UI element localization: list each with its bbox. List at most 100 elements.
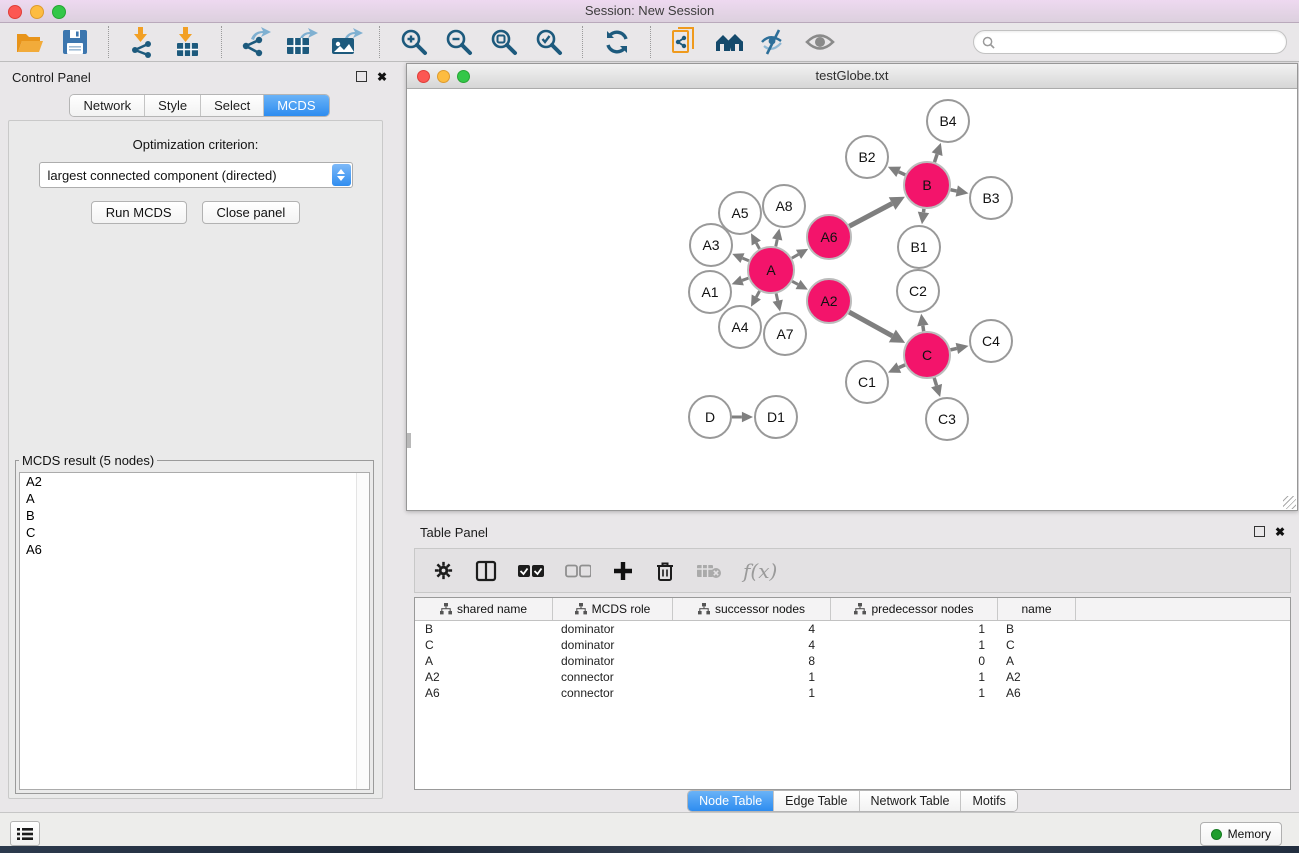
first-neighbors-icon[interactable] bbox=[712, 25, 748, 59]
column-header-shared-name[interactable]: shared name bbox=[415, 598, 553, 620]
window-resize-grip[interactable] bbox=[1283, 496, 1296, 509]
table-tabs: Node TableEdge TableNetwork TableMotifs bbox=[688, 791, 1017, 811]
close-panel-icon[interactable]: ✖ bbox=[377, 72, 387, 82]
table-cell: B bbox=[415, 622, 553, 636]
result-item[interactable]: C bbox=[20, 524, 369, 541]
edge-A-A8[interactable] bbox=[776, 239, 777, 246]
table-cell: A6 bbox=[415, 686, 553, 700]
zoom-out-icon[interactable] bbox=[441, 25, 477, 59]
edge-A-A3[interactable] bbox=[742, 258, 748, 261]
table-row[interactable]: Cdominator41C bbox=[415, 637, 1290, 653]
tab-select[interactable]: Select bbox=[200, 95, 263, 116]
function-builder-icon[interactable]: f(x) bbox=[743, 559, 777, 583]
table-row[interactable]: Bdominator41B bbox=[415, 621, 1290, 637]
optimization-criterion-select[interactable]: largest connected component (directed) bbox=[39, 162, 353, 188]
deselect-all-icon[interactable] bbox=[565, 564, 591, 578]
delete-table-icon[interactable] bbox=[696, 562, 722, 580]
close-table-panel-icon[interactable]: ✖ bbox=[1275, 527, 1285, 537]
float-table-panel-icon[interactable] bbox=[1254, 526, 1265, 537]
edge-C-C2[interactable] bbox=[923, 326, 924, 332]
table-cell: A2 bbox=[998, 670, 1076, 684]
edge-B-B2[interactable] bbox=[899, 172, 906, 175]
table-row[interactable]: Adominator80A bbox=[415, 653, 1290, 669]
zoom-fit-icon[interactable] bbox=[486, 25, 522, 59]
close-panel-button[interactable]: Close panel bbox=[202, 201, 301, 224]
result-scrollbar[interactable] bbox=[356, 473, 369, 789]
edge-arrowhead bbox=[742, 412, 753, 423]
toolbar-separator bbox=[379, 26, 381, 58]
save-session-icon[interactable] bbox=[57, 25, 93, 59]
open-file-icon[interactable] bbox=[12, 25, 48, 59]
application-window: Session: New Session bbox=[0, 0, 1299, 853]
tab-node-table[interactable]: Node Table bbox=[688, 791, 773, 811]
column-header-predecessor-nodes[interactable]: predecessor nodes bbox=[831, 598, 998, 620]
result-item[interactable]: A2 bbox=[20, 473, 369, 490]
import-table-icon[interactable] bbox=[170, 25, 206, 59]
edge-A-A7[interactable] bbox=[776, 293, 778, 300]
table-cell: 8 bbox=[673, 654, 831, 668]
export-network-icon[interactable] bbox=[238, 25, 274, 59]
edge-A-A1[interactable] bbox=[742, 278, 748, 280]
tab-style[interactable]: Style bbox=[144, 95, 200, 116]
show-all-icon[interactable] bbox=[802, 25, 838, 59]
delete-column-icon[interactable] bbox=[655, 560, 675, 582]
new-network-from-selection-icon[interactable] bbox=[667, 25, 703, 59]
edge-A-A5[interactable] bbox=[756, 243, 759, 249]
edge-B-B4[interactable] bbox=[934, 154, 937, 162]
table-cell: 1 bbox=[831, 638, 998, 652]
network-canvas[interactable]: B4B2BB3A8A5A6A3B1AA1C2A2A4A7C4CC1C3DD1 bbox=[407, 89, 1297, 510]
column-header-MCDS-role[interactable]: MCDS role bbox=[553, 598, 673, 620]
node-table[interactable]: shared nameMCDS rolesuccessor nodesprede… bbox=[414, 597, 1291, 790]
refresh-icon[interactable] bbox=[599, 25, 635, 59]
edge-C-C1[interactable] bbox=[899, 365, 905, 368]
edge-arrowhead bbox=[956, 185, 969, 196]
toggle-panel-columns-icon[interactable] bbox=[475, 560, 497, 582]
edge-C-C4[interactable] bbox=[950, 348, 956, 349]
result-item[interactable]: A bbox=[20, 490, 369, 507]
edge-A2-C[interactable] bbox=[849, 312, 892, 336]
float-panel-icon[interactable] bbox=[356, 71, 367, 82]
column-header-name[interactable]: name bbox=[998, 598, 1076, 620]
edge-A-A2[interactable] bbox=[792, 281, 798, 284]
task-history-button[interactable] bbox=[10, 821, 40, 846]
edge-A-A6[interactable] bbox=[792, 254, 799, 258]
edge-B-B3[interactable] bbox=[951, 190, 957, 191]
tab-mcds[interactable]: MCDS bbox=[263, 95, 328, 116]
node-label-A5: A5 bbox=[731, 205, 748, 221]
export-table-icon[interactable] bbox=[283, 25, 319, 59]
hide-selection-icon[interactable] bbox=[757, 25, 793, 59]
tab-network[interactable]: Network bbox=[70, 95, 144, 116]
network-graph[interactable]: B4B2BB3A8A5A6A3B1AA1C2A2A4A7C4CC1C3DD1 bbox=[407, 89, 1297, 510]
memory-button[interactable]: Memory bbox=[1200, 822, 1282, 846]
import-network-icon[interactable] bbox=[125, 25, 161, 59]
zoom-in-icon[interactable] bbox=[396, 25, 432, 59]
export-image-icon[interactable] bbox=[328, 25, 364, 59]
search-field[interactable] bbox=[973, 30, 1287, 54]
search-input[interactable] bbox=[1000, 34, 1278, 50]
mcds-result-title: MCDS result (5 nodes) bbox=[19, 453, 157, 468]
network-window-titlebar[interactable]: testGlobe.txt bbox=[407, 64, 1297, 89]
select-all-check-icon[interactable] bbox=[518, 564, 544, 578]
node-label-A2: A2 bbox=[820, 293, 837, 309]
edge-A-A4[interactable] bbox=[756, 291, 759, 297]
table-header-row[interactable]: shared nameMCDS rolesuccessor nodesprede… bbox=[415, 598, 1290, 621]
mcds-result-list[interactable]: A2ABCA6 bbox=[19, 472, 370, 790]
control-panel-title: Control Panel bbox=[12, 70, 91, 85]
tab-motifs[interactable]: Motifs bbox=[960, 791, 1016, 811]
table-row[interactable]: A2connector11A2 bbox=[415, 669, 1290, 685]
column-header-successor-nodes[interactable]: successor nodes bbox=[673, 598, 831, 620]
zoom-selected-icon[interactable] bbox=[531, 25, 567, 59]
edge-C-C3[interactable] bbox=[934, 378, 936, 386]
tab-edge-table[interactable]: Edge Table bbox=[773, 791, 858, 811]
run-mcds-button[interactable]: Run MCDS bbox=[91, 201, 187, 224]
result-item[interactable]: B bbox=[20, 507, 369, 524]
canvas-vertical-scroll-thumb[interactable] bbox=[407, 433, 411, 448]
add-column-icon[interactable] bbox=[612, 560, 634, 582]
tab-network-table[interactable]: Network Table bbox=[859, 791, 961, 811]
result-item[interactable]: A6 bbox=[20, 541, 369, 558]
table-row[interactable]: A6connector11A6 bbox=[415, 685, 1290, 701]
edge-A6-B[interactable] bbox=[849, 204, 892, 227]
settings-gear-icon[interactable] bbox=[433, 560, 454, 581]
table-body[interactable]: Bdominator41BCdominator41CAdominator80AA… bbox=[415, 621, 1290, 701]
node-label-A3: A3 bbox=[702, 237, 719, 253]
